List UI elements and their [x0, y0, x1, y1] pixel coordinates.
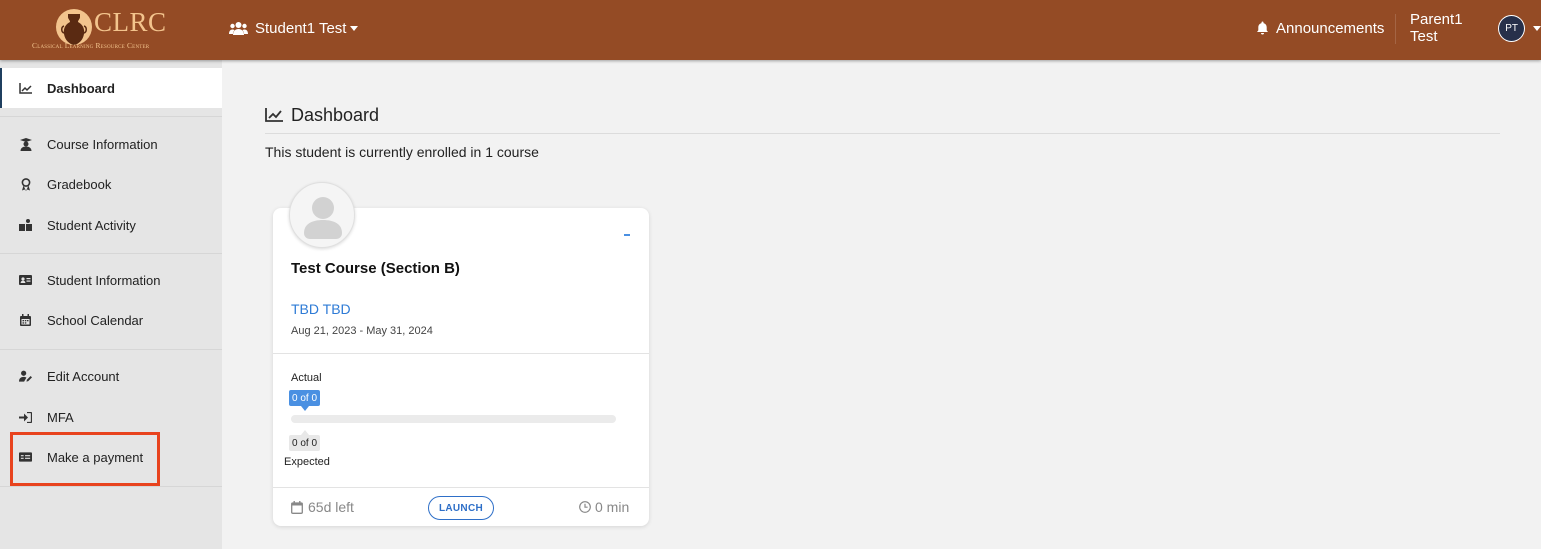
- card-collapse-toggle[interactable]: [624, 234, 630, 236]
- chevron-down-icon: [1533, 25, 1541, 31]
- sidebar-divider: [0, 349, 222, 350]
- clock-icon: [579, 501, 591, 513]
- actual-progress-badge: 0 of 0: [289, 390, 321, 411]
- sidebar-item-mfa[interactable]: MFA: [0, 397, 222, 437]
- sidebar-item-make-a-payment[interactable]: Make a payment: [0, 437, 222, 477]
- time-spent: 0 min: [579, 499, 629, 515]
- sidebar-item-label: Dashboard: [47, 80, 115, 96]
- actual-progress-label: Actual: [291, 372, 322, 384]
- sidebar-item-gradebook[interactable]: Gradebook: [0, 164, 222, 204]
- page-title-text: Dashboard: [291, 104, 380, 125]
- student-selector-dropdown[interactable]: Student1 Test: [229, 18, 359, 38]
- logo-subtitle: Classical Learning Resource Center: [32, 41, 150, 50]
- sidebar-divider: [0, 116, 222, 117]
- chart-line-icon: [265, 108, 283, 122]
- chart-line-icon: [19, 82, 32, 95]
- sidebar-item-student-activity[interactable]: Student Activity: [0, 205, 222, 245]
- days-left: 65d left: [291, 499, 354, 515]
- sidebar-item-label: Student Activity: [47, 217, 136, 233]
- chevron-down-icon: [350, 25, 359, 31]
- sidebar-item-label: School Calendar: [47, 312, 144, 328]
- calendar-icon: [291, 500, 303, 514]
- topbar-divider: [1395, 14, 1396, 44]
- user-placeholder-icon: [304, 197, 342, 239]
- time-spent-text: 0 min: [595, 499, 630, 515]
- days-left-text: 65d left: [308, 499, 354, 515]
- money-check-icon: [19, 451, 32, 464]
- id-card-icon: [19, 274, 32, 287]
- user-name: Parent1 Test: [1410, 11, 1463, 45]
- activity-icon: [19, 219, 32, 232]
- sidebar-item-edit-account[interactable]: Edit Account: [0, 356, 222, 396]
- sidebar-item-label: MFA: [47, 409, 74, 425]
- page-title: Dashboard: [265, 104, 379, 126]
- sidebar-divider: [0, 253, 222, 254]
- sidebar-item-label: Gradebook: [47, 176, 112, 192]
- course-dates: Aug 21, 2023 - May 31, 2024: [291, 325, 433, 337]
- enrollment-summary: This student is currently enrolled in 1 …: [265, 144, 539, 160]
- sidebar: Dashboard Course Information Gradebook S…: [0, 60, 222, 549]
- sidebar-item-student-information[interactable]: Student Information: [0, 260, 222, 300]
- expected-progress-label: Expected: [284, 456, 330, 468]
- sidebar-item-course-information[interactable]: Course Information: [0, 124, 222, 164]
- teacher-link[interactable]: TBD TBD: [291, 301, 351, 317]
- student-selector-label: Student1 Test: [255, 19, 347, 37]
- sidebar-item-label: Course Information: [47, 136, 158, 152]
- expected-progress-badge: 0 of 0: [289, 430, 321, 451]
- logo-text: CLRC: [94, 7, 167, 37]
- card-divider: [273, 487, 649, 488]
- award-icon: [19, 177, 32, 191]
- course-avatar: [289, 182, 355, 248]
- announcements-link[interactable]: Announcements: [1256, 18, 1384, 38]
- user-menu-dropdown[interactable]: Parent1 Test PT: [1410, 11, 1541, 45]
- announcements-label: Announcements: [1276, 19, 1385, 37]
- progress-bar: [291, 415, 616, 423]
- sign-in-icon: [19, 411, 32, 424]
- calendar-icon: [19, 314, 32, 327]
- launch-button[interactable]: LAUNCH: [428, 496, 494, 520]
- sidebar-item-label: Make a payment: [47, 449, 144, 465]
- sidebar-divider: [0, 486, 222, 487]
- top-navbar: CLRC Classical Learning Resource Center …: [0, 0, 1541, 60]
- users-icon: [229, 22, 248, 35]
- main-content: Dashboard This student is currently enro…: [222, 60, 1541, 549]
- bell-icon: [1257, 21, 1268, 35]
- card-divider: [273, 353, 649, 354]
- sidebar-item-dashboard[interactable]: Dashboard: [0, 68, 222, 108]
- sidebar-item-school-calendar[interactable]: School Calendar: [0, 300, 222, 340]
- sidebar-item-label: Student Information: [47, 272, 161, 288]
- course-title: Test Course (Section B): [291, 260, 460, 277]
- avatar: PT: [1498, 14, 1525, 42]
- course-card: Test Course (Section B) TBD TBD Aug 21, …: [273, 182, 649, 526]
- graduate-icon: [19, 137, 32, 151]
- sidebar-item-label: Edit Account: [47, 368, 120, 384]
- user-edit-icon: [19, 370, 32, 383]
- heading-divider: [265, 133, 1500, 134]
- clrc-logo[interactable]: CLRC Classical Learning Resource Center: [28, 6, 193, 54]
